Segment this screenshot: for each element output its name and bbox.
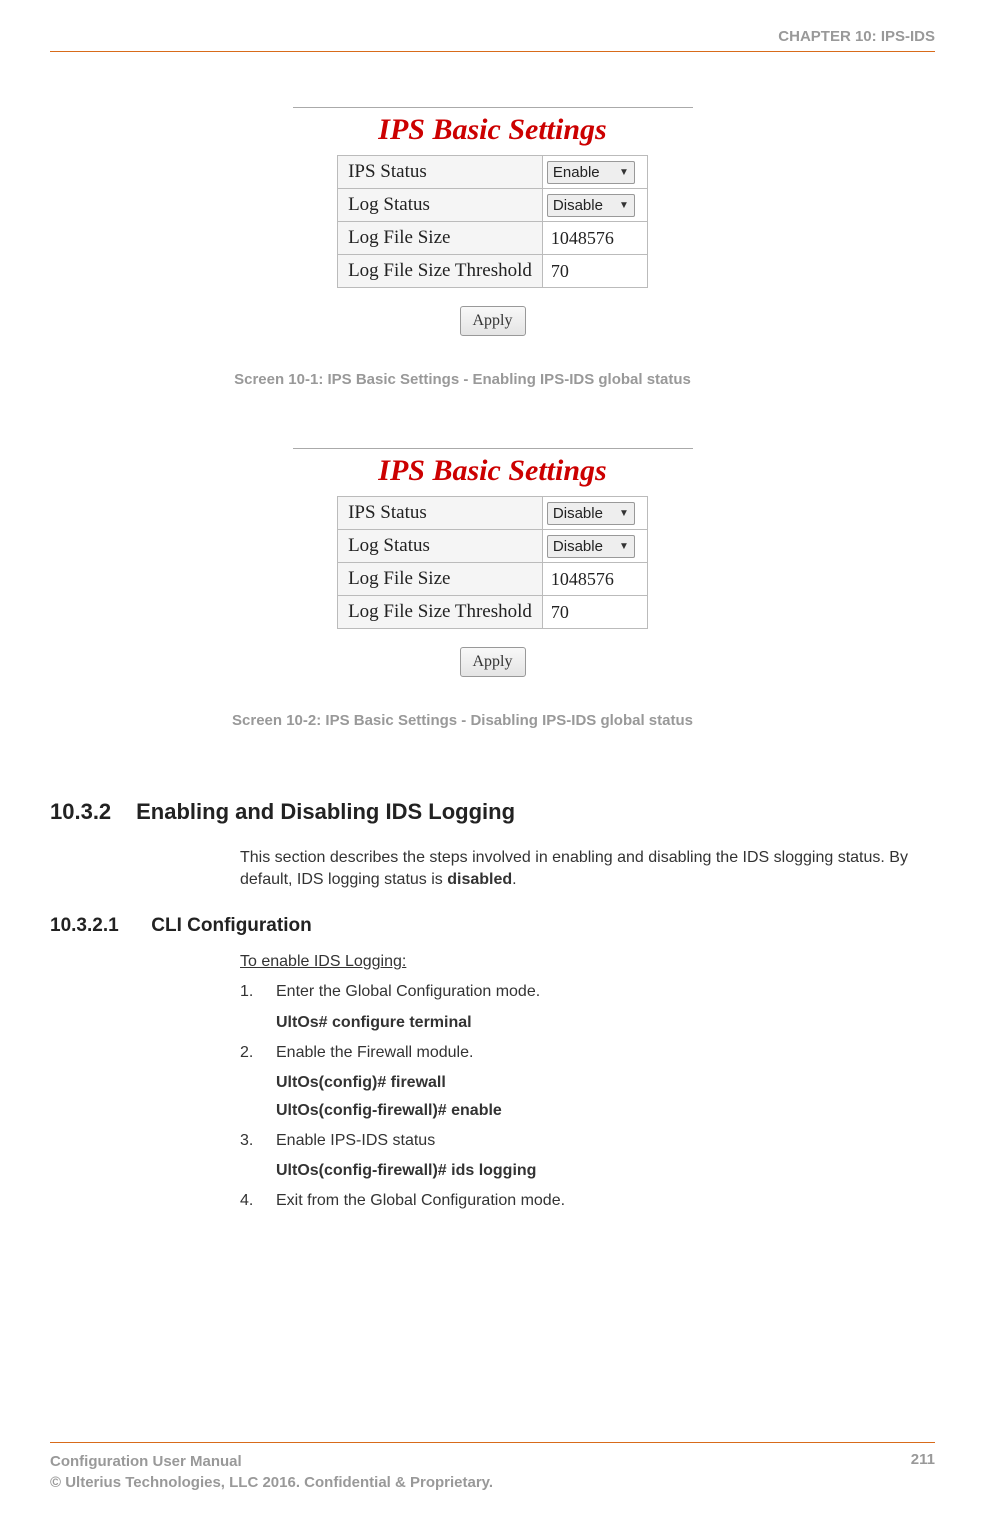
footer-left: Configuration User Manual © Ulterius Tec… [50, 1451, 493, 1493]
chevron-down-icon: ▼ [619, 200, 629, 211]
select-ips-status-value: Enable [553, 164, 600, 181]
row-log-status-2: Log Status Disable ▼ [338, 530, 648, 563]
label-log-threshold-2: Log File Size Threshold [338, 596, 543, 629]
step-1: 1. Enter the Global Configuration mode. [240, 981, 935, 1003]
label-ips-status: IPS Status [338, 156, 543, 189]
subsection-heading: 10.3.2.1 CLI Configuration [50, 915, 935, 937]
select-log-status-2[interactable]: Disable ▼ [547, 535, 635, 558]
input-log-file-size[interactable]: 1048576 [547, 226, 637, 251]
step-2: 2. Enable the Firewall module. [240, 1042, 935, 1064]
step-4: 4. Exit from the Global Configuration mo… [240, 1190, 935, 1212]
select-log-status[interactable]: Disable ▼ [547, 194, 635, 217]
step-2-num: 2. [240, 1042, 260, 1064]
subsection-intro: To enable IDS Logging: [240, 953, 935, 971]
figure-2: IPS Basic Settings IPS Status Disable ▼ … [50, 448, 935, 729]
label-log-status: Log Status [338, 189, 543, 222]
figure-2-caption: Screen 10-2: IPS Basic Settings - Disabl… [232, 712, 693, 729]
step-3-num: 3. [240, 1130, 260, 1152]
step-3-text: Enable IPS-IDS status [276, 1130, 435, 1152]
settings-panel-1: IPS Basic Settings IPS Status Enable ▼ L… [293, 107, 693, 336]
step-1-cmd: UltOs# configure terminal [276, 1014, 935, 1032]
apply-wrap-1: Apply [293, 306, 693, 336]
chevron-down-icon: ▼ [619, 167, 629, 178]
settings-table-2: IPS Status Disable ▼ Log Status Disable … [337, 496, 648, 629]
intro-prefix: This section describes the steps involve… [240, 849, 908, 888]
step-2-text: Enable the Firewall module. [276, 1042, 473, 1064]
chapter-label: CHAPTER 10: IPS-IDS [778, 28, 935, 45]
section-title: Enabling and Disabling IDS Logging [136, 799, 515, 824]
select-log-status-value-2: Disable [553, 538, 603, 555]
step-2-cmd1: UltOs(config)# firewall [276, 1074, 935, 1092]
step-1-text: Enter the Global Configuration mode. [276, 981, 540, 1003]
label-log-file-size-2: Log File Size [338, 563, 543, 596]
cell-log-threshold-value-2: 70 [542, 596, 647, 629]
label-log-status-2: Log Status [338, 530, 543, 563]
row-log-threshold: Log File Size Threshold 70 [338, 255, 648, 288]
subsection-title: CLI Configuration [151, 915, 311, 936]
section-heading: 10.3.2 Enabling and Disabling IDS Loggin… [50, 799, 935, 825]
row-log-file-size: Log File Size 1048576 [338, 222, 648, 255]
apply-wrap-2: Apply [293, 647, 693, 677]
input-log-file-size-2[interactable]: 1048576 [547, 567, 637, 592]
step-list-3: 3. Enable IPS-IDS status [240, 1130, 935, 1152]
step-3: 3. Enable IPS-IDS status [240, 1130, 935, 1152]
cell-log-status-value-2: Disable ▼ [542, 530, 647, 563]
cell-log-file-size-value-2: 1048576 [542, 563, 647, 596]
select-ips-status[interactable]: Enable ▼ [547, 161, 635, 184]
input-log-threshold[interactable]: 70 [547, 259, 637, 284]
row-ips-status-2: IPS Status Disable ▼ [338, 497, 648, 530]
figure-1: IPS Basic Settings IPS Status Enable ▼ L… [50, 107, 935, 388]
settings-table-1: IPS Status Enable ▼ Log Status Disable ▼ [337, 155, 648, 288]
page-header: CHAPTER 10: IPS-IDS [50, 28, 935, 52]
input-log-threshold-2[interactable]: 70 [547, 600, 637, 625]
section-number: 10.3.2 [50, 799, 130, 825]
label-log-threshold: Log File Size Threshold [338, 255, 543, 288]
step-4-num: 4. [240, 1190, 260, 1212]
apply-button[interactable]: Apply [460, 306, 526, 336]
select-ips-status-2[interactable]: Disable ▼ [547, 502, 635, 525]
row-log-threshold-2: Log File Size Threshold 70 [338, 596, 648, 629]
step-list-2: 2. Enable the Firewall module. [240, 1042, 935, 1064]
intro-bold: disabled [447, 871, 512, 888]
step-1-num: 1. [240, 981, 260, 1003]
settings-panel-2: IPS Basic Settings IPS Status Disable ▼ … [293, 448, 693, 677]
footer-page: 211 [911, 1451, 935, 1493]
step-4-text: Exit from the Global Configuration mode. [276, 1190, 565, 1212]
step-3-cmd: UltOs(config-firewall)# ids logging [276, 1162, 935, 1180]
step-list-4: 4. Exit from the Global Configuration mo… [240, 1190, 935, 1212]
row-ips-status: IPS Status Enable ▼ [338, 156, 648, 189]
page-footer: Configuration User Manual © Ulterius Tec… [50, 1442, 935, 1493]
apply-button-2[interactable]: Apply [460, 647, 526, 677]
footer-manual: Configuration User Manual [50, 1451, 493, 1472]
row-log-file-size-2: Log File Size 1048576 [338, 563, 648, 596]
step-list: 1. Enter the Global Configuration mode. [240, 981, 935, 1003]
chevron-down-icon: ▼ [619, 541, 629, 552]
figure-1-caption: Screen 10-1: IPS Basic Settings - Enabli… [234, 371, 691, 388]
footer-copyright: © Ulterius Technologies, LLC 2016. Confi… [50, 1472, 493, 1493]
subsection-number: 10.3.2.1 [50, 915, 146, 937]
label-ips-status-2: IPS Status [338, 497, 543, 530]
intro-suffix: . [512, 871, 516, 888]
panel-title-2: IPS Basic Settings [293, 454, 693, 488]
cell-ips-status-value-2: Disable ▼ [542, 497, 647, 530]
cell-log-status-value: Disable ▼ [542, 189, 647, 222]
select-log-status-value: Disable [553, 197, 603, 214]
label-log-file-size: Log File Size [338, 222, 543, 255]
cell-log-threshold-value: 70 [542, 255, 647, 288]
cell-ips-status-value: Enable ▼ [542, 156, 647, 189]
cell-log-file-size-value: 1048576 [542, 222, 647, 255]
chevron-down-icon: ▼ [619, 508, 629, 519]
panel-title-1: IPS Basic Settings [293, 113, 693, 147]
row-log-status: Log Status Disable ▼ [338, 189, 648, 222]
step-2-cmd2: UltOs(config-firewall)# enable [276, 1102, 935, 1120]
section-intro: This section describes the steps involve… [240, 847, 935, 890]
select-ips-status-value-2: Disable [553, 505, 603, 522]
